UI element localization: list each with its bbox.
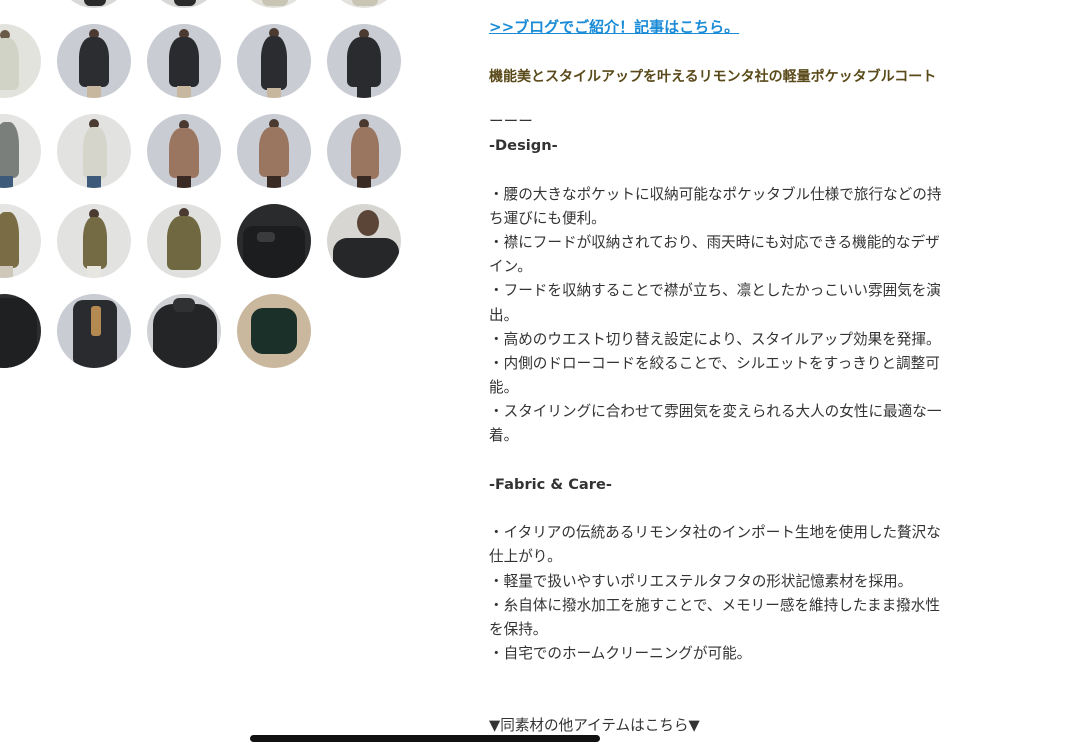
thumbnail-image[interactable]: [327, 24, 401, 98]
product-headline: 機能美とスタイルアップを叶えるリモンタ社の軽量ポケッタブルコート: [489, 69, 937, 85]
fabric-line: ・イタリアの伝統あるリモンタ社のインポート生地を使用した贅沢な: [489, 524, 941, 542]
thumbnail-image[interactable]: [147, 204, 221, 278]
design-line: ち運びにも便利。: [489, 209, 606, 227]
design-heading: -Design-: [489, 137, 558, 155]
home-indicator[interactable]: [250, 735, 600, 742]
design-line: イン。: [489, 258, 532, 276]
thumbnail-image[interactable]: [57, 24, 131, 98]
thumbnail-image[interactable]: [0, 114, 41, 188]
thumbnail-image[interactable]: [147, 24, 221, 98]
thumbnail-image[interactable]: [57, 114, 131, 188]
thumbnail-image[interactable]: [147, 0, 221, 8]
thumbnail-image[interactable]: [237, 204, 311, 278]
thumbnail-image[interactable]: [57, 0, 131, 8]
design-line: 出。: [489, 306, 519, 324]
fabric-line: ・糸自体に撥水加工を施すことで、メモリー感を維持したまま撥水性: [489, 596, 940, 614]
fabric-line: ・自宅でのホームクリーニングが可能。: [489, 645, 752, 663]
fabric-line: を保持。: [489, 620, 548, 638]
thumbnail-image[interactable]: [147, 114, 221, 188]
fabric-heading: -Fabric & Care-: [489, 475, 612, 493]
thumbnail-image[interactable]: [57, 204, 131, 278]
thumbnail-image[interactable]: [327, 204, 401, 278]
thumbnail-image[interactable]: [0, 294, 41, 368]
thumbnail-image[interactable]: [327, 0, 401, 8]
design-line: ・フードを収納することで襟が立ち、凛としたかっこいい雰囲気を演: [489, 282, 941, 300]
design-line: 着。: [489, 427, 519, 445]
design-line: ・襟にフードが収納されており、雨天時にも対応できる機能的なデザ: [489, 233, 940, 251]
thumbnail-image[interactable]: [0, 204, 41, 278]
design-line: 能。: [489, 379, 519, 397]
thumbnail-image[interactable]: [147, 294, 221, 368]
fabric-line: 仕上がり。: [489, 548, 562, 566]
thumbnail-image[interactable]: [237, 0, 311, 8]
blog-article-link[interactable]: >>ブログでご紹介！記事はこちら。: [489, 16, 739, 37]
design-line: ・内側のドローコードを絞ることで、シルエットをすっきりと調整可: [489, 354, 940, 372]
fabric-line: ・軽量で扱いやすいポリエステルタフタの形状記憶素材を採用。: [489, 572, 913, 590]
other-items-heading: ▼同素材の他アイテムはこちら▼: [489, 717, 700, 734]
product-image-gallery: [0, 0, 440, 751]
thumbnail-image[interactable]: [237, 24, 311, 98]
thumbnail-image[interactable]: [0, 24, 41, 98]
design-line: ・高めのウエスト切り替え設定により、スタイルアップ効果を発揮。: [489, 330, 941, 348]
thumbnail-image[interactable]: [327, 114, 401, 188]
thumbnail-image[interactable]: [57, 294, 131, 368]
thumbnail-image[interactable]: [237, 294, 311, 368]
description-body: ーーー -Design- ・腰の大きなポケットに収納可能なポケッタブル仕様で旅行…: [489, 110, 979, 666]
thumbnail-image[interactable]: [237, 114, 311, 188]
design-line: ・腰の大きなポケットに収納可能なポケッタブル仕様で旅行などの持: [489, 185, 942, 203]
divider-text: ーーー: [489, 113, 533, 130]
design-line: ・スタイリングに合わせて雰囲気を変えられる大人の女性に最適な一: [489, 403, 942, 421]
